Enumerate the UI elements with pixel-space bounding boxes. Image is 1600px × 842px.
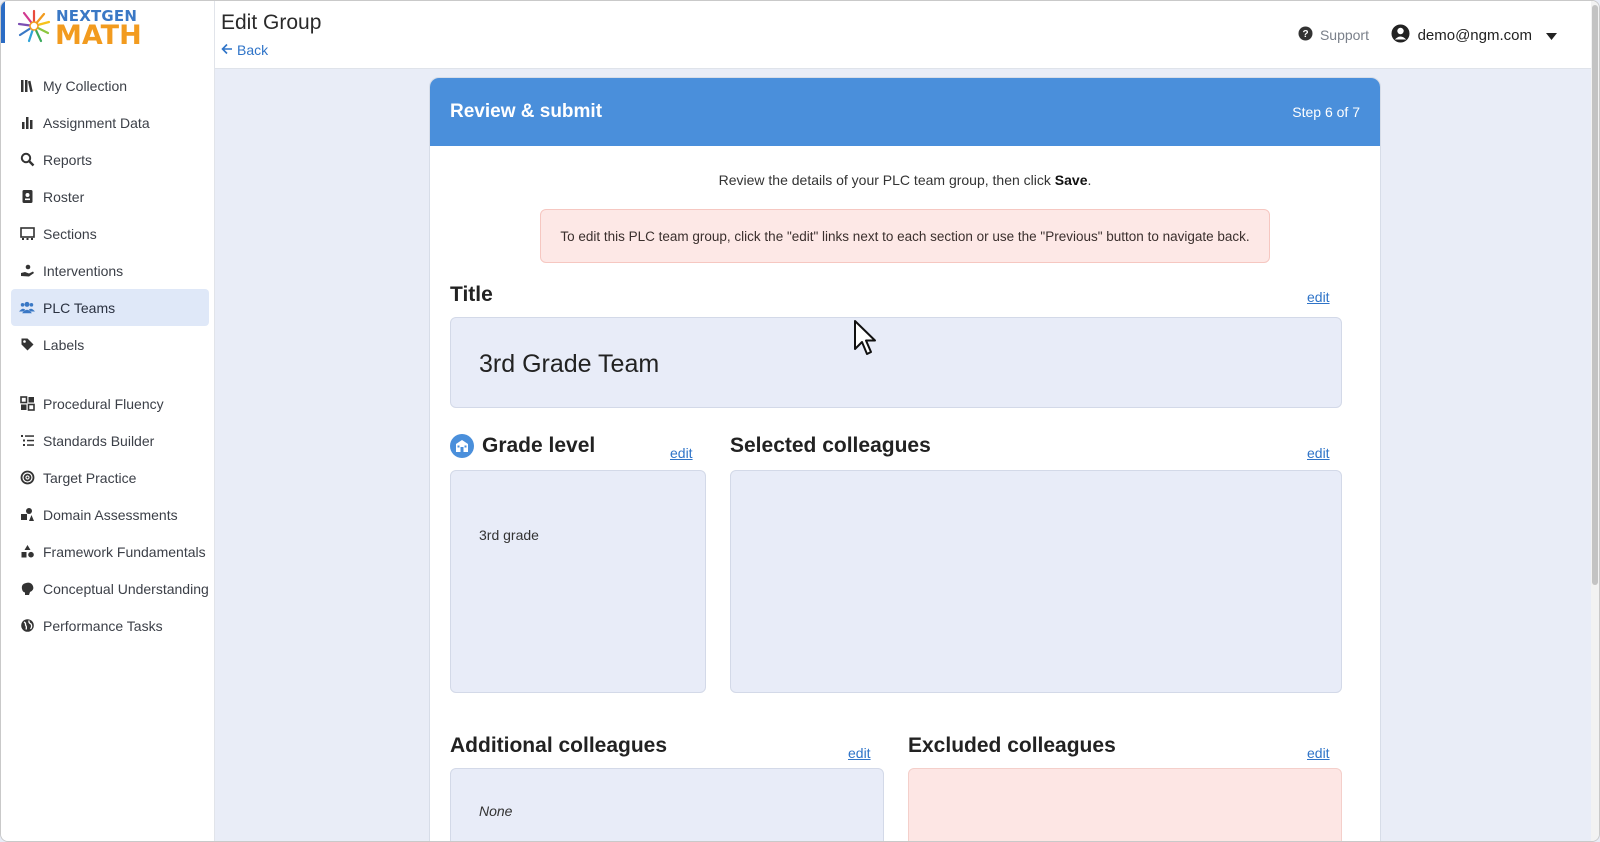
sidebar-item-interventions[interactable]: Interventions	[11, 252, 209, 289]
back-link[interactable]: Back	[221, 42, 268, 58]
intro-text: Review the details of your PLC team grou…	[430, 172, 1380, 188]
review-submit-card: Review & submit Step 6 of 7 Review the d…	[429, 77, 1381, 841]
sidebar-item-label: Domain Assessments	[43, 506, 178, 523]
back-link-label: Back	[237, 42, 269, 58]
svg-text:?: ?	[1302, 29, 1308, 40]
sidebar-item-my-collection[interactable]: My Collection	[11, 67, 209, 104]
sidebar-item-procedural-fluency[interactable]: Procedural Fluency	[11, 385, 209, 422]
sidebar-item-assignment-data[interactable]: Assignment Data	[11, 104, 209, 141]
selected-colleagues-box	[730, 470, 1342, 693]
sidebar-item-label: Framework Fundamentals	[43, 543, 206, 560]
additional-colleagues-value: None	[479, 803, 513, 819]
users-icon	[19, 300, 35, 316]
blocks-icon	[19, 544, 35, 560]
sunburst-icon	[17, 9, 51, 43]
excluded-colleagues-heading: Excluded colleagues	[908, 734, 1116, 757]
sidebar-item-label: PLC Teams	[43, 299, 116, 316]
step-indicator: Step 6 of 7	[1292, 104, 1360, 120]
sidebar-item-label: My Collection	[43, 77, 128, 94]
card-heading: Review & submit	[450, 101, 603, 122]
sidebar-divider	[11, 363, 209, 385]
user-avatar-icon	[1391, 24, 1410, 47]
intro-text-suffix: .	[1087, 172, 1092, 188]
sidebar-item-conceptual-understanding[interactable]: Conceptual Understanding	[11, 570, 209, 607]
shapes-icon	[19, 507, 35, 523]
sidebar-item-sections[interactable]: Sections	[11, 215, 209, 252]
sidebar-item-label: Standards Builder	[43, 432, 155, 449]
title-edit-link[interactable]: edit	[1307, 289, 1330, 305]
tag-icon	[19, 337, 35, 353]
app-window: NEXTGEN MATH My Collection Assignment Da…	[0, 0, 1600, 842]
sidebar-item-label: Sections	[43, 225, 97, 242]
excluded-colleagues-edit-link[interactable]: edit	[1307, 745, 1330, 761]
list-icon	[19, 433, 35, 449]
sidebar-item-label: Target Practice	[43, 469, 137, 486]
sections-icon	[19, 226, 35, 242]
sidebar-item-roster[interactable]: Roster	[11, 178, 209, 215]
sidebar-item-label: Labels	[43, 336, 85, 353]
sidebar-item-framework-fundamentals[interactable]: Framework Fundamentals	[11, 533, 209, 570]
bar-chart-icon	[19, 115, 35, 131]
title-value: 3rd Grade Team	[479, 350, 660, 378]
page-scrollbar[interactable]	[1591, 1, 1599, 841]
logo-text-bottom: MATH	[55, 20, 142, 51]
selected-colleagues-edit-link[interactable]: edit	[1307, 445, 1330, 461]
sidebar-item-label: Interventions	[43, 262, 124, 279]
top-header: Edit Group Back ? Support demo@ngm.com	[215, 1, 1595, 69]
grid-icon	[19, 396, 35, 412]
sidebar-item-labels[interactable]: Labels	[11, 326, 209, 363]
sidebar-item-target-practice[interactable]: Target Practice	[11, 459, 209, 496]
sidebar-item-performance-tasks[interactable]: Performance Tasks	[11, 607, 209, 644]
support-link[interactable]: ? Support	[1298, 26, 1369, 44]
sidebar-item-label: Procedural Fluency	[43, 395, 164, 412]
intro-text-bold: Save	[1054, 172, 1088, 188]
sidebar-item-label: Performance Tasks	[43, 617, 163, 634]
scrollbar-thumb[interactable]	[1592, 5, 1598, 585]
magnifier-icon	[19, 152, 35, 168]
grade-level-value: 3rd grade	[479, 527, 539, 543]
sidebar-nav: My Collection Assignment Data Reports Ro…	[11, 67, 209, 644]
additional-colleagues-edit-link[interactable]: edit	[848, 745, 871, 761]
additional-colleagues-heading: Additional colleagues	[450, 734, 668, 757]
sidebar-item-label: Roster	[43, 188, 85, 205]
sidebar-item-label: Reports	[43, 151, 93, 168]
target-icon	[19, 470, 35, 486]
books-icon	[19, 78, 35, 94]
user-menu[interactable]: demo@ngm.com	[1391, 24, 1557, 47]
sidebar-item-domain-assessments[interactable]: Domain Assessments	[11, 496, 209, 533]
nextgen-math-logo[interactable]: NEXTGEN MATH	[17, 7, 147, 51]
arrow-left-icon	[221, 42, 233, 58]
support-label: Support	[1319, 27, 1369, 43]
user-email: demo@ngm.com	[1417, 27, 1532, 44]
edit-instructions-alert: To edit this PLC team group, click the "…	[540, 209, 1270, 263]
grade-level-section-heading: Grade level	[450, 434, 595, 458]
sidebar-item-plc-teams[interactable]: PLC Teams	[11, 289, 209, 326]
sidebar-item-label: Assignment Data	[43, 114, 150, 131]
sidebar: NEXTGEN MATH My Collection Assignment Da…	[1, 1, 215, 841]
globe-icon	[19, 618, 35, 634]
selected-colleagues-heading: Selected colleagues	[730, 434, 931, 457]
title-section-heading: Title	[450, 283, 493, 306]
intro-text-prefix: Review the details of your PLC team grou…	[718, 172, 1055, 188]
grade-level-label: Grade level	[482, 434, 596, 457]
excluded-colleagues-box	[908, 768, 1342, 841]
page-title: Edit Group	[221, 11, 322, 34]
brand-accent-bar	[1, 1, 5, 43]
sidebar-item-reports[interactable]: Reports	[11, 141, 209, 178]
title-value-box: 3rd Grade Team	[450, 317, 1342, 408]
school-icon	[450, 434, 474, 458]
hand-icon	[19, 263, 35, 279]
help-circle-icon: ?	[1298, 26, 1313, 44]
additional-colleagues-box: None	[450, 768, 884, 841]
sidebar-item-standards-builder[interactable]: Standards Builder	[11, 422, 209, 459]
id-card-icon	[19, 189, 35, 205]
brain-icon	[19, 581, 35, 597]
chevron-down-icon	[1546, 27, 1557, 44]
grade-level-edit-link[interactable]: edit	[670, 445, 693, 461]
grade-level-value-box: 3rd grade	[450, 470, 706, 693]
card-header: Review & submit Step 6 of 7	[430, 78, 1380, 146]
sidebar-item-label: Conceptual Understanding	[43, 580, 209, 597]
